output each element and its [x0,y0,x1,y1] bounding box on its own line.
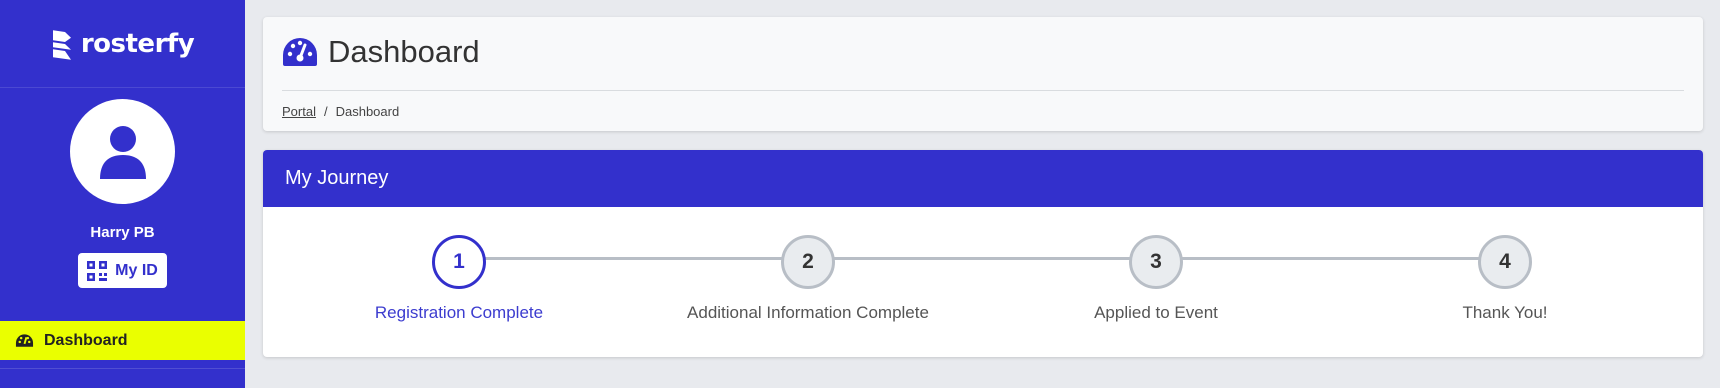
avatar[interactable] [70,99,175,204]
step-label: Thank You! [1462,303,1548,322]
sidebar-item-dashboard[interactable]: Dashboard [0,321,245,360]
user-name: Harry PB [90,224,155,241]
page-title: Dashboard [328,34,480,69]
user-icon [99,125,146,179]
journey-steps: 1 Registration Complete 2 Additional Inf… [263,207,1703,357]
brand[interactable]: rosterfy [0,0,245,88]
brand-logo[interactable]: rosterfy [51,27,195,61]
sidebar: rosterfy Harry PB My ID Dashboard [0,0,245,388]
tachometer-icon [15,333,34,347]
breadcrumb-link-portal[interactable]: Portal [282,104,316,119]
step-label: Additional Information Complete [687,303,929,322]
step-label: Applied to Event [1094,303,1218,322]
breadcrumb: Portal / Dashboard [282,104,399,119]
tachometer-icon [283,38,317,66]
rosterfy-logo-icon [52,29,71,60]
journey-step-2: 2 Additional Information Complete [648,235,968,323]
journey-card: My Journey 1 Registration Complete 2 Add… [263,150,1703,357]
journey-header: My Journey [263,150,1703,207]
journey-step-3: 3 Applied to Event [996,235,1316,323]
breadcrumb-current: Dashboard [335,104,400,119]
sidebar-item-label: Dashboard [44,331,128,349]
my-id-button[interactable]: My ID [78,253,167,288]
brand-name: rosterfy [80,28,195,59]
step-number-circle: 4 [1478,235,1532,289]
journey-step-1: 1 Registration Complete [299,235,619,323]
my-id-label: My ID [115,261,158,279]
page-title-row: Dashboard [282,34,480,70]
nav-divider [0,368,245,369]
step-number-circle: 1 [432,235,486,289]
step-number-circle: 2 [781,235,835,289]
breadcrumb-separator: / [323,104,328,119]
page-header: Dashboard Portal / Dashboard [263,17,1703,131]
journey-step-4: 4 Thank You! [1345,235,1665,323]
journey-title: My Journey [285,167,389,189]
step-label: Registration Complete [374,303,544,322]
header-divider [282,90,1684,91]
qr-code-icon [87,260,108,281]
step-number-circle: 3 [1129,235,1183,289]
user-profile: Harry PB My ID [0,99,245,288]
